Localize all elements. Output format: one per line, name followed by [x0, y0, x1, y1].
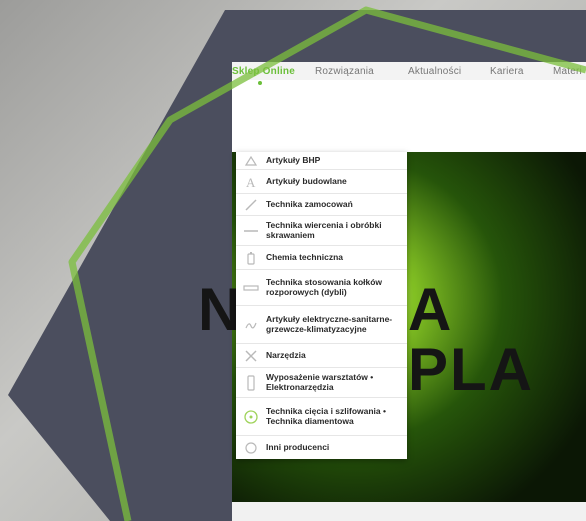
- drill-icon: [240, 226, 262, 236]
- hero-headline-right: A PLA: [408, 276, 534, 403]
- menu-item-wiercenia[interactable]: Technika wiercenia i obróbki skrawaniem: [236, 216, 407, 246]
- bottom-strip: [232, 502, 586, 521]
- nav-kariera[interactable]: Kariera: [490, 66, 524, 77]
- main-navigation: [232, 80, 586, 126]
- tools-icon: [240, 349, 262, 363]
- menu-item-label: Artykuły budowlane: [266, 175, 347, 186]
- menu-item-label: Wyposażenie warsztatów • Elektronarzędzi…: [266, 371, 374, 392]
- cutting-icon: [240, 409, 262, 425]
- menu-item-ciecia[interactable]: Technika cięcia i szlifowania • Technika…: [236, 398, 407, 436]
- active-indicator-dot: [258, 81, 262, 85]
- menu-item-label: Inni producenci: [266, 441, 330, 452]
- menu-item-label: Artykuły BHP: [266, 154, 321, 165]
- menu-item-warsztatow[interactable]: Wyposażenie warsztatów • Elektronarzędzi…: [236, 368, 407, 398]
- building-icon: A: [240, 175, 262, 189]
- menu-item-label: Artykuły elektryczne-sanitarne-grzewcze-…: [266, 313, 393, 334]
- other-icon: [240, 441, 262, 455]
- menu-item-label: Technika stosowania kołków rozporowych (…: [266, 276, 383, 297]
- nav-rozwiazania[interactable]: Rozwiązania: [315, 66, 374, 77]
- shop-dropdown-menu: Artykuły BHP A Artykuły budowlane Techni…: [236, 152, 407, 459]
- stage: Sklep Online Rozwiązania Aktualności Kar…: [0, 0, 586, 521]
- anchor-icon: [240, 283, 262, 293]
- electric-icon: [240, 319, 262, 331]
- workshop-icon: [240, 374, 262, 391]
- menu-item-label: Technika zamocowań: [266, 198, 353, 209]
- menu-item-label: Technika wiercenia i obróbki skrawaniem: [266, 219, 382, 240]
- menu-item-inni[interactable]: Inni producenci: [236, 436, 407, 459]
- menu-item-kolkow[interactable]: Technika stosowania kołków rozporowych (…: [236, 270, 407, 306]
- menu-item-bhp[interactable]: Artykuły BHP: [236, 152, 407, 170]
- nav-sklep-online[interactable]: Sklep Online: [232, 66, 295, 77]
- svg-text:A: A: [246, 175, 256, 189]
- menu-item-label: Technika cięcia i szlifowania • Technika…: [266, 405, 386, 426]
- menu-item-zamocowan[interactable]: Technika zamocowań: [236, 194, 407, 216]
- safety-icon: [240, 155, 262, 167]
- menu-item-chemia[interactable]: Chemia techniczna: [236, 246, 407, 270]
- nav-aktualnosci[interactable]: Aktualności: [408, 66, 461, 77]
- nav-materialy[interactable]: Materi: [553, 66, 582, 77]
- menu-item-label: Chemia techniczna: [266, 251, 343, 262]
- menu-item-narzedzia[interactable]: Narzędzia: [236, 344, 407, 368]
- menu-item-elektryczne[interactable]: Artykuły elektryczne-sanitarne-grzewcze-…: [236, 306, 407, 344]
- fastening-icon: [240, 198, 262, 212]
- menu-item-budowlane[interactable]: A Artykuły budowlane: [236, 170, 407, 194]
- menu-item-label: Narzędzia: [266, 349, 306, 360]
- chemistry-icon: [240, 251, 262, 265]
